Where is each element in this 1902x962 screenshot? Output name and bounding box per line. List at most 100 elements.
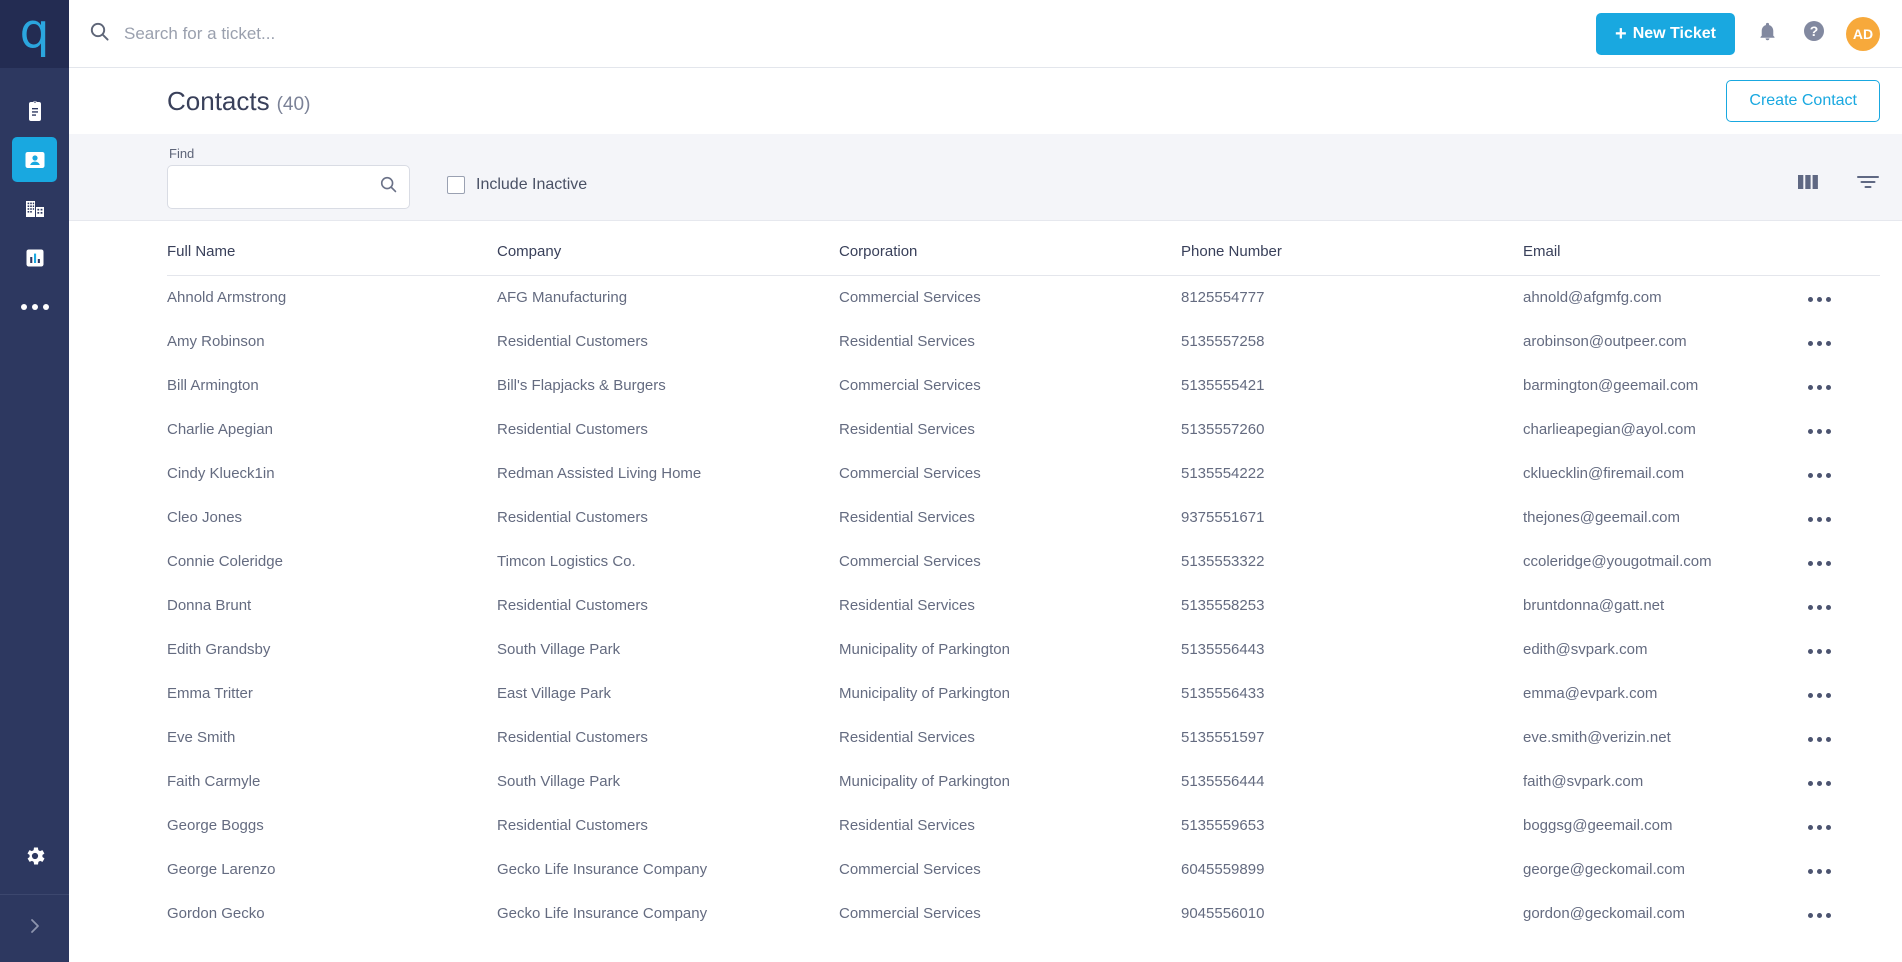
- top-bar: + New Ticket ?: [69, 0, 1902, 68]
- include-inactive-checkbox[interactable]: [447, 176, 465, 194]
- main-area: + New Ticket ?: [69, 0, 1902, 962]
- sidebar-item-settings[interactable]: [0, 822, 69, 894]
- table-row[interactable]: George Larenzo Gecko Life Insurance Compa…: [167, 848, 1880, 892]
- table-row[interactable]: Gordon Gecko Gecko Life Insurance Company…: [167, 892, 1880, 936]
- ellipsis-horizontal-icon[interactable]: [1808, 297, 1831, 302]
- ellipsis-horizontal-icon[interactable]: [1808, 649, 1831, 654]
- cell-corporation: Residential Services: [839, 597, 975, 614]
- cell-corporation: Municipality of Parkington: [839, 773, 1010, 790]
- ellipsis-horizontal-icon[interactable]: [1808, 737, 1831, 742]
- table-row[interactable]: Cindy Klueck1in Redman Assisted Living Ho…: [167, 452, 1880, 496]
- table-row[interactable]: Bill Armington Bill's Flapjacks & Burgers…: [167, 364, 1880, 408]
- table-row[interactable]: Emma Tritter East Village Park Municipalit…: [167, 672, 1880, 716]
- ellipsis-horizontal-icon[interactable]: [1808, 341, 1831, 346]
- cell-corporation: Commercial Services: [839, 377, 981, 394]
- cell-full-name: Faith Carmyle: [167, 773, 261, 790]
- include-inactive-toggle[interactable]: Include Inactive: [447, 176, 587, 194]
- cell-email: bruntdonna@gatt.net: [1523, 597, 1665, 614]
- columns-icon[interactable]: [1796, 172, 1820, 197]
- cell-company: Timcon Logistics Co.: [497, 553, 636, 570]
- filter-funnel-icon[interactable]: [1856, 172, 1880, 197]
- ellipsis-horizontal-icon[interactable]: [1808, 385, 1831, 390]
- cell-company: South Village Park: [497, 773, 621, 790]
- cell-email: emma@evpark.com: [1523, 685, 1658, 702]
- table-row[interactable]: Edith Grandsby South Village Park Municipa…: [167, 628, 1880, 672]
- column-header-full-name[interactable]: Full Name: [167, 221, 497, 276]
- column-header-email[interactable]: Email: [1523, 221, 1790, 276]
- cell-phone: 5135557258: [1181, 333, 1265, 350]
- clipboard-icon: [23, 99, 47, 123]
- find-input[interactable]: [179, 178, 379, 195]
- avatar[interactable]: AD: [1846, 16, 1880, 51]
- table-row[interactable]: George Boggs Residential Customers Residen…: [167, 804, 1880, 848]
- new-ticket-button[interactable]: + New Ticket: [1596, 12, 1735, 55]
- app-logo[interactable]: q: [0, 0, 69, 68]
- cell-actions: [1790, 760, 1880, 804]
- avatar-initials: AD: [1852, 25, 1874, 42]
- search-icon: [89, 21, 110, 47]
- question-circle-icon: ?: [1802, 19, 1826, 48]
- ellipsis-horizontal-icon[interactable]: [1808, 517, 1831, 522]
- cell-full-name: Edith Grandsby: [167, 641, 271, 658]
- contact-card-icon: [23, 148, 47, 172]
- cell-full-name: Cleo Jones: [167, 509, 243, 526]
- find-box[interactable]: [167, 164, 410, 209]
- sidebar-expand-button[interactable]: [0, 894, 69, 962]
- ellipsis-icon: [20, 284, 49, 329]
- cell-corporation: Commercial Services: [839, 905, 981, 922]
- table-row[interactable]: Donna Brunt Residential Customers Resident…: [167, 584, 1880, 628]
- column-header-company[interactable]: Company: [497, 221, 839, 276]
- help-button[interactable]: ?: [1799, 19, 1829, 49]
- cell-corporation: Municipality of Parkington: [839, 685, 1010, 702]
- cell-corporation: Residential Services: [839, 333, 975, 350]
- cell-phone: 5135556443: [1181, 641, 1265, 658]
- column-header-phone-number[interactable]: Phone Number: [1181, 221, 1523, 276]
- sidebar-item-reports[interactable]: [12, 235, 57, 280]
- cell-company: Residential Customers: [497, 817, 648, 834]
- cell-email: arobinson@outpeer.com: [1523, 333, 1687, 350]
- sidebar-item-tickets[interactable]: [12, 88, 57, 133]
- search-icon[interactable]: [379, 175, 398, 199]
- contacts-table-wrap: Full Name Company Corporation Phone Numb…: [69, 221, 1902, 962]
- ellipsis-horizontal-icon[interactable]: [1808, 561, 1831, 566]
- ellipsis-horizontal-icon[interactable]: [1808, 605, 1831, 610]
- notifications-button[interactable]: [1752, 19, 1782, 49]
- cell-company: Gecko Life Insurance Company: [497, 905, 708, 922]
- svg-text:?: ?: [1810, 23, 1819, 39]
- create-contact-button[interactable]: Create Contact: [1726, 80, 1880, 122]
- table-row[interactable]: Amy Robinson Residential Customers Residen…: [167, 320, 1880, 364]
- ellipsis-horizontal-icon[interactable]: [1808, 693, 1831, 698]
- table-row[interactable]: Cleo Jones Residential Customers Residenti…: [167, 496, 1880, 540]
- sidebar-nav: [12, 68, 57, 333]
- cell-full-name: Charlie Apegian: [167, 421, 273, 438]
- search-input[interactable]: [124, 23, 1597, 44]
- top-bar-actions: + New Ticket ? AD: [1596, 12, 1880, 55]
- plus-icon: +: [1615, 22, 1627, 45]
- cell-actions: [1790, 276, 1880, 320]
- table-row[interactable]: Ahnold Armstrong AFG Manufacturing Commerc…: [167, 276, 1880, 320]
- chevron-right-icon: [25, 916, 45, 941]
- cell-email: barmington@geemail.com: [1523, 377, 1699, 394]
- ellipsis-horizontal-icon[interactable]: [1808, 781, 1831, 786]
- table-row[interactable]: Connie Coleridge Timcon Logistics Co. Comm…: [167, 540, 1880, 584]
- filter-bar: Find Include Inactive: [69, 134, 1902, 221]
- global-search[interactable]: [89, 21, 1597, 47]
- table-row[interactable]: Eve Smith Residential Customers Residentia…: [167, 716, 1880, 760]
- ellipsis-horizontal-icon[interactable]: [1808, 429, 1831, 434]
- column-header-corporation[interactable]: Corporation: [839, 221, 1181, 276]
- sidebar-item-more[interactable]: [12, 284, 57, 329]
- cell-full-name: Amy Robinson: [167, 333, 265, 350]
- ellipsis-horizontal-icon[interactable]: [1808, 913, 1831, 918]
- ellipsis-horizontal-icon[interactable]: [1808, 869, 1831, 874]
- ellipsis-horizontal-icon[interactable]: [1808, 473, 1831, 478]
- page-title-text: Contacts: [167, 85, 270, 116]
- ellipsis-horizontal-icon[interactable]: [1808, 825, 1831, 830]
- sidebar-item-companies[interactable]: [12, 186, 57, 231]
- cell-phone: 6045559899: [1181, 861, 1265, 878]
- table-row[interactable]: Faith Carmyle South Village Park Municipal…: [167, 760, 1880, 804]
- cell-actions: [1790, 364, 1880, 408]
- table-row[interactable]: Charlie Apegian Residential Customers Resi…: [167, 408, 1880, 452]
- sidebar-item-contacts[interactable]: [12, 137, 57, 182]
- cell-email: gordon@geckomail.com: [1523, 905, 1685, 922]
- cell-phone: 5135556433: [1181, 685, 1265, 702]
